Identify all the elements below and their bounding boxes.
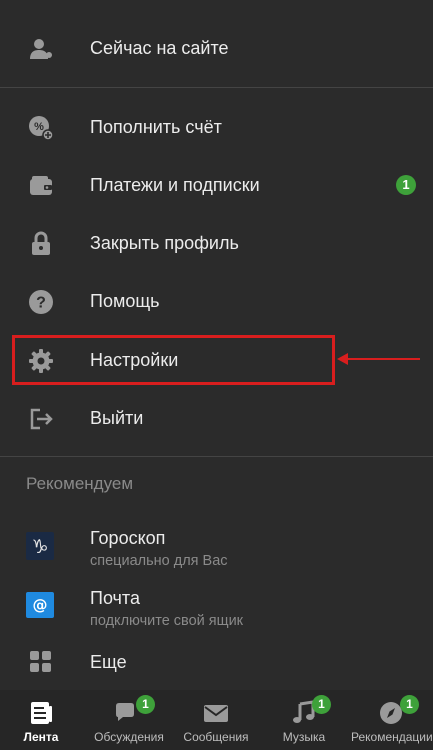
nav-tab-recommendations[interactable]: 1 Рекомендации [348,690,433,750]
annotation-highlight-box [12,335,335,385]
nav-tab-label: Лента [23,730,59,744]
menu-item-online[interactable]: Сейчас на сайте [0,19,433,77]
nav-tab-label: Музыка [282,730,326,744]
recommend-item-title: Еще [90,652,127,672]
nav-badge: 1 [312,695,331,714]
svg-text:♑: ♑ [31,536,48,558]
mail-icon: @ [26,592,54,618]
svg-text:?: ? [36,295,46,312]
recommend-item-horoscope[interactable]: ♑ Гороскоп специально для Вас [0,520,433,578]
recommend-item-title: Гороскоп [90,528,166,548]
envelope-icon [204,705,228,722]
recommend-item-subtitle: специально для Вас [90,553,228,569]
logout-icon [30,408,53,430]
nav-tab-label: Обсуждения [94,730,164,744]
capricorn-icon: ♑ [26,532,54,560]
nav-tab-music[interactable]: 1 Музыка [272,690,336,750]
recommend-item-mail[interactable]: @ Почта подключите свой ящик [0,580,433,638]
wallet-icon [30,176,52,195]
menu-item-help[interactable]: ? Помощь [0,272,433,330]
grid-icon [30,651,51,672]
recommend-item-more[interactable]: Еще [0,635,433,693]
menu-item-label: Выйти [90,408,144,428]
nav-tab-label: Рекомендации [351,730,433,744]
divider [0,456,433,457]
svg-text:%: % [34,121,44,133]
menu-item-label: Сейчас на сайте [90,38,229,58]
recommend-item-title: Почта [90,588,140,608]
recommend-item-subtitle: подключите свой ящик [90,613,244,629]
feed-icon [31,702,52,724]
nav-tab-discussions[interactable]: 1 Обсуждения [88,690,170,750]
nav-badge: 1 [136,695,155,714]
menu-item-payments[interactable]: Платежи и подписки 1 [0,156,433,214]
menu-item-label: Закрыть профиль [90,233,239,253]
partial-top-icon [26,0,56,4]
payments-badge: 1 [396,175,416,195]
divider [0,87,433,88]
lock-icon [32,231,50,255]
bottom-nav: Лента 1 Обсуждения Сообщения 1 Музыка 1 … [0,690,433,750]
menu-item-label: Помощь [90,291,160,311]
menu-item-label: Платежи и подписки [90,175,260,195]
menu-item-label: Пополнить счёт [90,117,222,137]
nav-tab-feed[interactable]: Лента [6,690,76,750]
section-title-recommend: Рекомендуем [26,474,134,493]
annotation-arrow-line [346,358,420,360]
help-icon: ? [29,290,53,314]
menu-screen: Сейчас на сайте % Пополнить счёт Платежи… [0,0,433,750]
nav-tab-label: Сообщения [183,730,249,744]
menu-item-topup[interactable]: % Пополнить счёт [0,98,433,156]
menu-item-logout[interactable]: Выйти [0,389,433,447]
svg-text:@: @ [33,596,48,614]
nav-badge: 1 [400,695,419,714]
menu-item-close-profile[interactable]: Закрыть профиль [0,214,433,272]
person-icon [30,39,52,59]
nav-tab-messages[interactable]: Сообщения [178,690,254,750]
topup-coin-icon: % [29,116,54,141]
annotation-arrow-head [337,353,348,365]
